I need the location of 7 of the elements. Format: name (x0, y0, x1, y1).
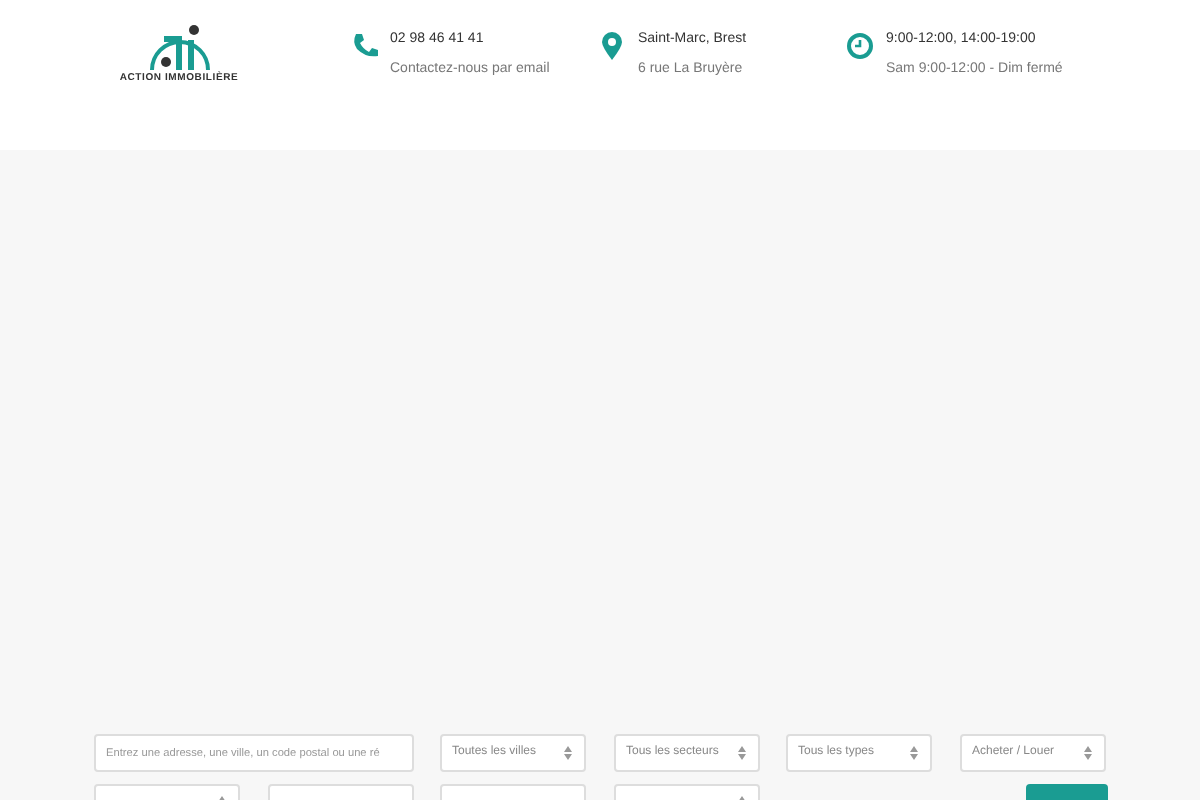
clock-icon (846, 32, 874, 60)
sort-arrows-icon (564, 746, 572, 760)
sort-arrows-icon (738, 746, 746, 760)
map-pin-icon (598, 32, 626, 60)
phone-icon (350, 32, 378, 60)
sort-arrows-icon (1084, 746, 1092, 760)
sort-arrows-icon (910, 746, 918, 760)
